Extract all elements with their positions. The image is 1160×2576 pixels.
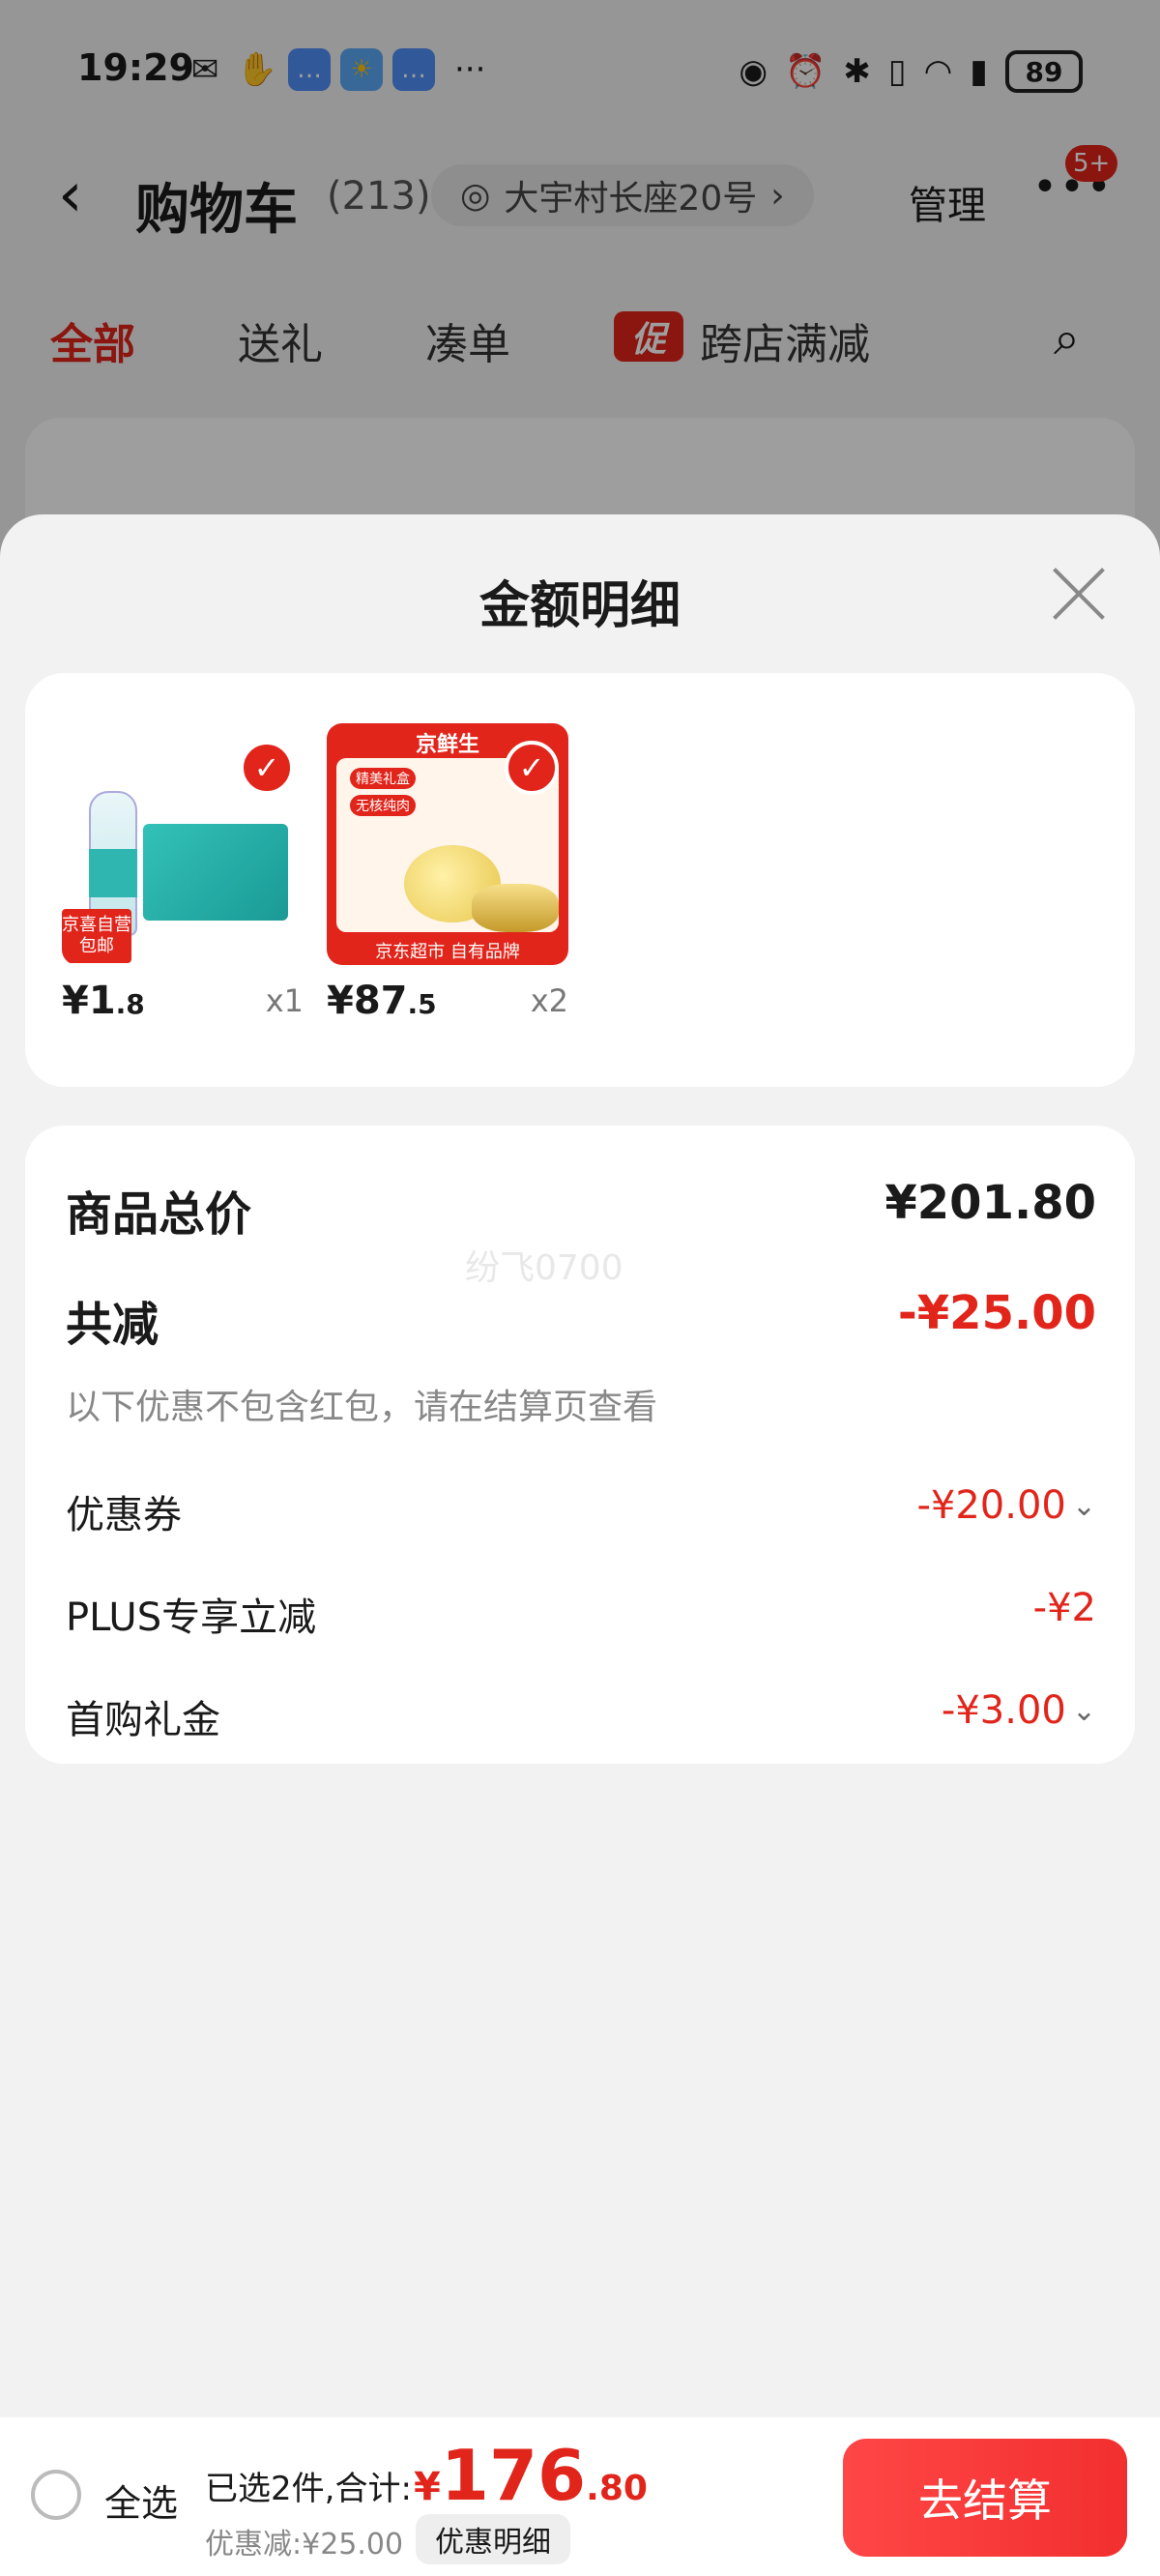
first-buy-value[interactable]: -¥3.00 ⌄ (942, 1688, 1096, 1733)
chevron-down-icon: ⌄ (1071, 1693, 1096, 1728)
selected-count-text: 已选2件,合计: (205, 2470, 412, 2508)
price-dec: .5 (407, 988, 437, 1020)
sheet-title: 金额明细 (478, 577, 681, 635)
first-buy-amount: -¥3.00 (941, 1688, 1066, 1733)
coupon-value[interactable]: -¥20.00 ⌄ (916, 1483, 1096, 1528)
watermark: 纷飞0700 (465, 1248, 624, 1288)
price-dec: .8 (115, 988, 145, 1020)
coupon-amount: -¥20.00 (916, 1483, 1066, 1528)
product-qty: x1 (265, 982, 304, 1019)
checkout-bar: 全选 已选2件,合计: ¥176.80 优惠减:¥25.00 优惠明细 去结算 (0, 2417, 1160, 2576)
total-yen: ¥ (414, 2465, 441, 2509)
plus-value: -¥2 (1032, 1586, 1096, 1630)
select-all-radio[interactable] (31, 2470, 81, 2520)
jd-self-tag: 京喜自营 包邮 (62, 909, 131, 963)
first-buy-label: 首购礼金 (66, 1698, 220, 1742)
feature-chip: 无核纯肉 (350, 795, 416, 816)
checkout-button[interactable]: 去结算 (843, 2439, 1127, 2557)
total-int: 176 (440, 2435, 587, 2516)
chevron-down-icon: ⌄ (1071, 1488, 1096, 1523)
water-box-shape (143, 824, 288, 921)
reduce-value: -¥25.00 (897, 1286, 1096, 1340)
plus-label: PLUS专享立减 (66, 1595, 317, 1640)
durian-shape-2 (472, 884, 559, 932)
check-icon[interactable]: ✓ (505, 741, 559, 795)
bottle-label (89, 849, 137, 897)
price-int: ¥87 (327, 979, 408, 1023)
total-label: 商品总价 (66, 1187, 252, 1242)
product-qty: x2 (530, 982, 568, 1019)
selected-items-card: 京喜自营 包邮 ✓ ¥1.8 x1 京鲜生 精美礼盒 无核纯肉 京东超市 自有品… (25, 673, 1135, 1087)
select-all-label[interactable]: 全选 (104, 2474, 178, 2527)
feature-chip: 精美礼盒 (350, 768, 416, 789)
total-dec: .80 (586, 2469, 648, 2508)
tag-line-1: 京喜自营 (62, 915, 131, 935)
product-price: ¥87.5 (327, 979, 437, 1023)
tag-line-2: 包邮 (79, 936, 114, 956)
product-item[interactable]: 京喜自营 包邮 ✓ ¥1.8 x1 (62, 723, 304, 1023)
product-price: ¥1.8 (62, 979, 145, 1023)
close-icon[interactable] (1050, 565, 1108, 623)
product-image: 京鲜生 精美礼盒 无核纯肉 京东超市 自有品牌 ✓ (327, 723, 568, 965)
check-icon[interactable]: ✓ (240, 741, 294, 795)
price-int: ¥1 (62, 979, 116, 1023)
discount-detail-button[interactable]: 优惠明细 (416, 2514, 570, 2564)
coupon-label: 优惠券 (66, 1493, 182, 1537)
discount-text: 优惠减:¥25.00 (205, 2528, 404, 2561)
total-value: ¥201.80 (884, 1176, 1096, 1230)
product-item[interactable]: 京鲜生 精美礼盒 无核纯肉 京东超市 自有品牌 ✓ ¥87.5 x2 (327, 723, 568, 1023)
amount-detail-sheet: 金额明细 京喜自营 包邮 ✓ ¥1.8 x1 京鲜生 精美礼盒 无核纯肉 京东超… (0, 514, 1160, 2417)
reduce-label: 共减 (66, 1298, 160, 1352)
total-price: ¥176.80 (414, 2435, 648, 2516)
product-image: 京喜自营 包邮 ✓ (62, 723, 304, 965)
price-summary-card: 商品总价 ¥201.80 纷飞0700 共减 -¥25.00 以下优惠不包含红包… (25, 1126, 1135, 1764)
brand-footer: 京东超市 自有品牌 (375, 942, 520, 962)
discount-note: 以下优惠不包含红包，请在结算页查看 (66, 1388, 658, 1427)
